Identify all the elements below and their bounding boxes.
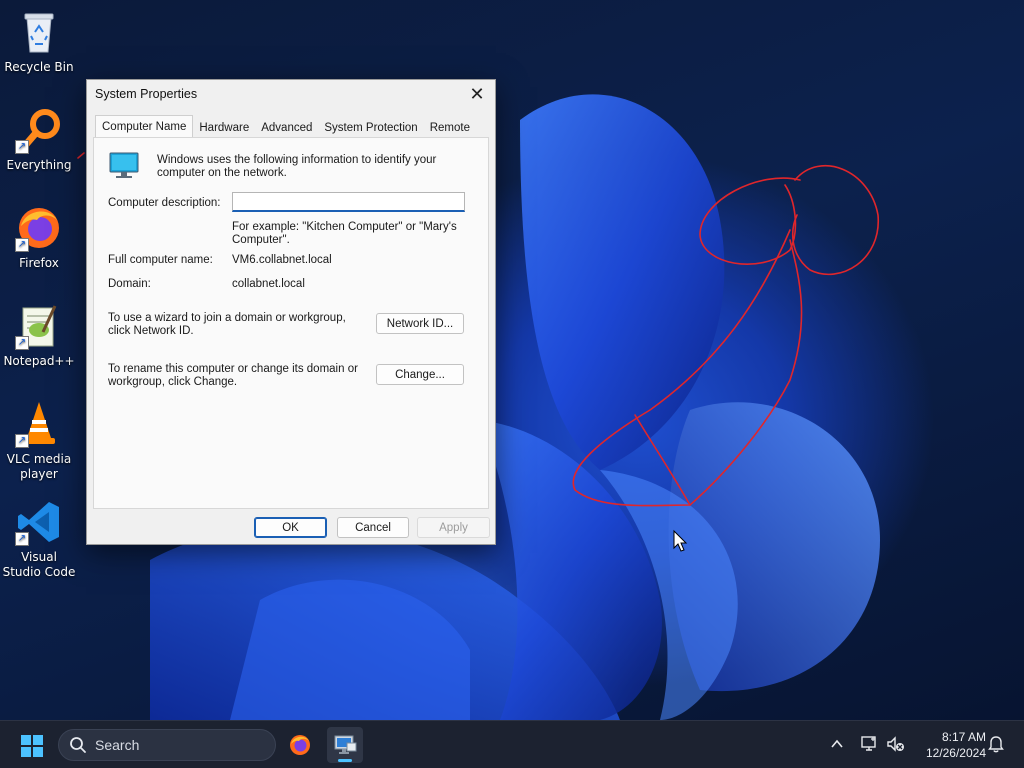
desktop-icon-label: Firefox — [19, 256, 59, 270]
everything-search-icon: ↗ — [15, 106, 63, 154]
desktop-icon-label: VLC media player — [6, 452, 72, 481]
computer-monitor-icon — [109, 152, 139, 178]
desktop-icon-label: Recycle Bin — [4, 60, 74, 74]
desktop-icon-label: Everything — [6, 158, 72, 172]
taskbar-firefox[interactable] — [282, 727, 318, 763]
shortcut-arrow-icon: ↗ — [15, 336, 29, 350]
show-hidden-icons-chevron-up-icon[interactable] — [830, 738, 844, 750]
desktop-icon-label: Visual Studio Code — [2, 550, 76, 579]
apply-button[interactable]: Apply — [417, 517, 490, 538]
computer-name-panel: Windows uses the following information t… — [93, 137, 489, 509]
tab-advanced[interactable]: Advanced — [255, 118, 318, 138]
search-placeholder: Search — [95, 737, 140, 753]
volume-muted-icon[interactable] — [886, 735, 906, 753]
close-button[interactable]: ✕ — [463, 82, 491, 106]
desktop-icon-vscode[interactable]: ↗ Visual Studio Code — [2, 498, 76, 580]
shortcut-arrow-icon: ↗ — [15, 140, 29, 154]
change-text: To rename this computer or change its do… — [108, 363, 358, 388]
taskbar-search[interactable]: Search — [58, 729, 276, 761]
domain-label: Domain: — [108, 278, 151, 290]
tab-strip: Computer Name Hardware Advanced System P… — [95, 115, 476, 138]
vscode-icon: ↗ — [15, 498, 63, 546]
desktop-icon-everything[interactable]: ↗ Everything — [2, 106, 76, 173]
network-id-text: To use a wizard to join a domain or work… — [108, 312, 346, 337]
search-icon — [70, 737, 86, 753]
firefox-icon — [290, 735, 310, 755]
system-properties-icon — [334, 735, 357, 754]
tab-remote[interactable]: Remote — [424, 118, 476, 138]
dialog-title: System Properties — [95, 87, 198, 101]
clock-time: 8:17 AM — [941, 730, 986, 744]
cancel-button[interactable]: Cancel — [337, 517, 409, 538]
desktop-icon-vlc[interactable]: ↗ VLC media player — [2, 400, 76, 482]
close-icon: ✕ — [469, 83, 485, 104]
computer-description-label: Computer description: — [108, 197, 221, 209]
firefox-icon: ↗ — [15, 204, 63, 252]
computer-description-input[interactable] — [232, 192, 465, 212]
domain-value: collabnet.local — [232, 278, 305, 290]
tab-system-protection[interactable]: System Protection — [318, 118, 423, 138]
tab-hardware[interactable]: Hardware — [193, 118, 255, 138]
notepad-plus-plus-icon: ↗ — [15, 302, 63, 350]
vlc-icon: ↗ — [15, 400, 63, 448]
intro-text: Windows uses the following information t… — [157, 154, 437, 179]
shortcut-arrow-icon: ↗ — [15, 532, 29, 546]
active-app-indicator — [338, 759, 352, 762]
network-id-button[interactable]: Network ID... — [376, 313, 464, 334]
full-computer-name-value: VM6.collabnet.local — [232, 254, 332, 266]
notification-bell-icon[interactable] — [988, 735, 1004, 753]
start-button[interactable] — [20, 734, 44, 758]
clock-date: 12/26/2024 — [925, 746, 986, 760]
network-icon[interactable] — [860, 735, 878, 753]
desktop-icon-recycle-bin[interactable]: Recycle Bin — [2, 8, 76, 75]
shortcut-arrow-icon: ↗ — [15, 434, 29, 448]
shortcut-arrow-icon: ↗ — [15, 238, 29, 252]
taskbar: Search 8:17 AM 12/26/2024 — [0, 720, 1024, 768]
description-example-text: For example: "Kitchen Computer" or "Mary… — [232, 221, 457, 246]
change-button[interactable]: Change... — [376, 364, 464, 385]
full-computer-name-label: Full computer name: — [108, 254, 213, 266]
ok-button[interactable]: OK — [254, 517, 327, 538]
tab-computer-name[interactable]: Computer Name — [95, 115, 194, 138]
taskbar-system-properties[interactable] — [327, 727, 363, 763]
desktop-icon-notepadpp[interactable]: ↗ Notepad++ — [2, 302, 76, 369]
recycle-bin-icon — [15, 8, 63, 56]
desktop-icon-firefox[interactable]: ↗ Firefox — [2, 204, 76, 271]
desktop-icon-label: Notepad++ — [3, 354, 75, 368]
system-properties-dialog: System Properties ✕ Computer Name Hardwa… — [86, 79, 496, 545]
clock[interactable]: 8:17 AM 12/26/2024 — [914, 729, 986, 761]
